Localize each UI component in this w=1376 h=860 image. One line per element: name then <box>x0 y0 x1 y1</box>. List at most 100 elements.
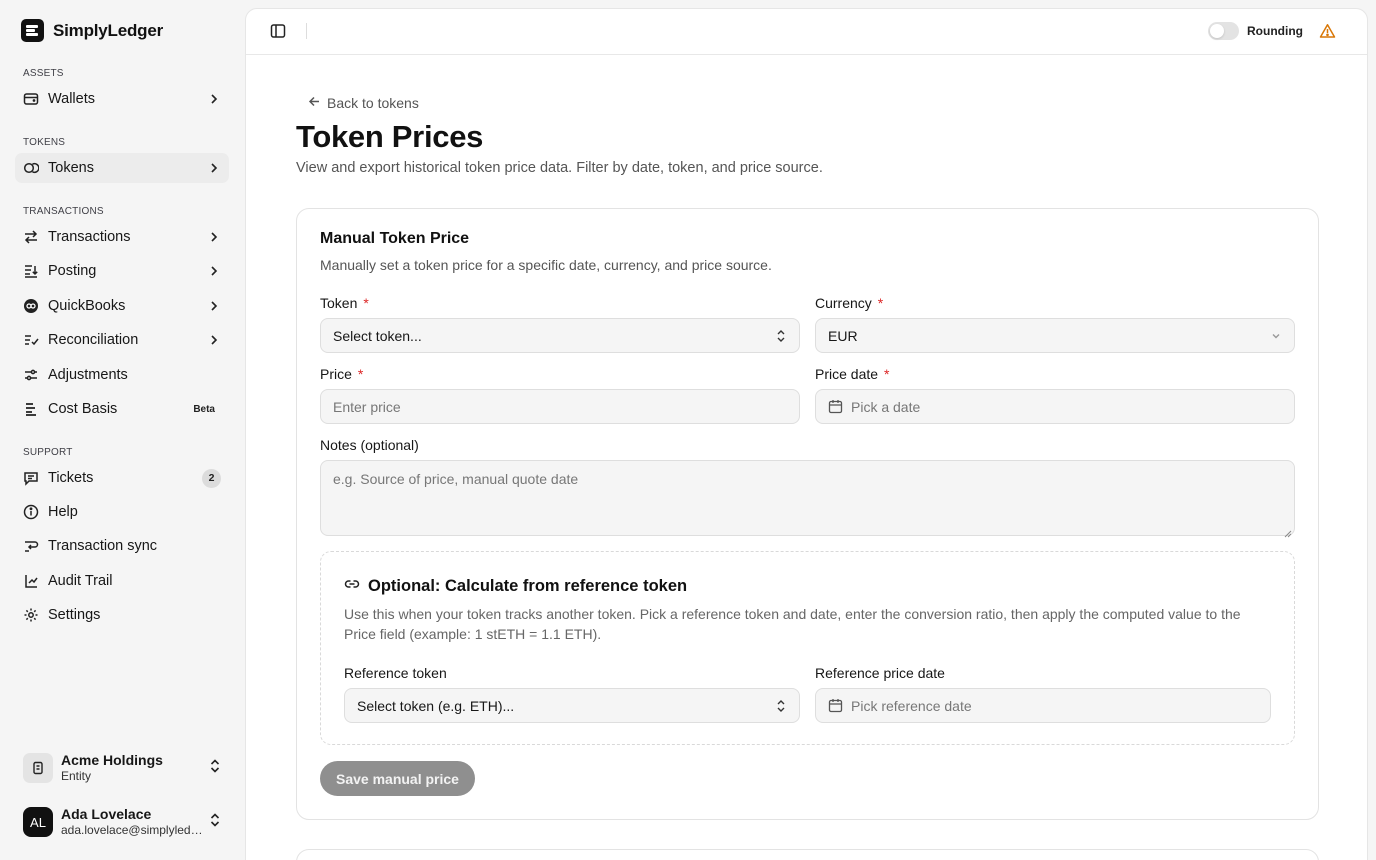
list-filter-icon <box>23 573 39 589</box>
price-input-placeholder: Enter price <box>333 398 401 415</box>
calendar-icon <box>828 399 843 414</box>
link-icon <box>344 576 360 597</box>
sidebar-item-label: Reconciliation <box>48 332 139 348</box>
message-square-icon <box>23 470 39 486</box>
sidebar-item-label: Tickets <box>48 470 94 486</box>
back-link-label: Back to tokens <box>327 95 419 111</box>
user-email: ada.lovelace@simplyledger.com <box>61 823 209 838</box>
chevron-right-icon <box>207 264 221 278</box>
chevrons-up-down-icon <box>775 699 787 713</box>
main-panel: Rounding Back to tokens Token Prices Vie… <box>245 8 1368 860</box>
next-card <box>296 849 1319 860</box>
tickets-count-badge: 2 <box>202 468 221 488</box>
sidebar-item-label: Transaction sync <box>48 538 158 554</box>
currency-select[interactable]: EUR <box>815 318 1295 353</box>
brand-name: SimplyLedger <box>53 20 164 40</box>
list-check-icon <box>23 332 39 348</box>
price-label: Price * <box>320 366 363 382</box>
section-label-transactions: TRANSACTIONS <box>23 206 104 217</box>
sidebar-item-transactions[interactable]: Transactions <box>15 222 229 252</box>
sidebar-item-wallets[interactable]: Wallets <box>15 84 229 114</box>
calendar-icon <box>828 698 843 713</box>
sidebar-item-quickbooks[interactable]: QuickBooks <box>15 291 229 321</box>
price-input[interactable]: Enter price <box>320 389 800 424</box>
brand[interactable]: SimplyLedger <box>21 19 163 42</box>
chevrons-up-down-icon <box>775 329 787 343</box>
token-select[interactable]: Select token... <box>320 318 800 353</box>
divider <box>306 23 307 39</box>
save-manual-price-button[interactable]: Save manual price <box>320 761 475 796</box>
sidebar-item-label: Cost Basis <box>48 401 118 417</box>
required-marker: * <box>877 295 884 311</box>
entity-name: Acme Holdings <box>61 752 163 769</box>
page-title: Token Prices <box>296 119 484 154</box>
sidebar-item-label: Audit Trail <box>48 573 113 589</box>
token-label: Token * <box>320 295 369 311</box>
price-date-label: Price date * <box>815 366 890 382</box>
chevron-right-icon <box>207 333 221 347</box>
list-arrow-down-icon <box>23 263 39 279</box>
section-label-tokens: TOKENS <box>23 137 66 148</box>
building-icon <box>23 753 53 783</box>
currency-label: Currency * <box>815 295 883 311</box>
sidebar-item-tokens[interactable]: Tokens <box>15 153 229 183</box>
sidebar-item-posting[interactable]: Posting <box>15 256 229 286</box>
sidebar-item-audit-trail[interactable]: Audit Trail <box>15 566 229 596</box>
price-date-label-text: Price date <box>815 366 879 382</box>
sidebar-item-adjustments[interactable]: Adjustments <box>15 360 229 390</box>
info-icon <box>23 504 39 520</box>
align-left-icon <box>23 401 39 417</box>
wallet-icon <box>23 91 39 107</box>
reference-date-picker[interactable]: Pick reference date <box>815 688 1271 723</box>
chevron-down-icon <box>1270 329 1282 343</box>
sidebar-item-transaction-sync[interactable]: Transaction sync <box>15 531 229 561</box>
reference-token-value: Select token (e.g. ETH)... <box>357 697 515 714</box>
sidebar-item-label: Wallets <box>48 91 95 107</box>
rounding-toggle[interactable]: Rounding <box>1208 22 1303 40</box>
quickbooks-icon <box>23 298 39 314</box>
price-date-placeholder: Pick a date <box>851 398 921 415</box>
reference-date-label: Reference price date <box>815 665 945 681</box>
sidebar-item-settings[interactable]: Settings <box>15 600 229 630</box>
sidebar-item-label: Settings <box>48 607 101 623</box>
sliders-icon <box>23 367 39 383</box>
coins-icon <box>23 160 39 176</box>
sidebar-item-label: QuickBooks <box>48 298 126 314</box>
sidebar-toggle-icon[interactable] <box>270 23 286 39</box>
page-description: View and export historical token price d… <box>296 160 823 176</box>
currency-label-text: Currency <box>815 295 872 311</box>
sidebar-item-label: Help <box>48 504 78 520</box>
reference-section-title-text: Optional: Calculate from reference token <box>368 577 688 595</box>
gear-icon <box>23 607 39 623</box>
notes-label: Notes (optional) <box>320 437 419 453</box>
reference-token-label: Reference token <box>344 665 447 681</box>
rounding-switch[interactable] <box>1208 22 1240 40</box>
sidebar-item-cost-basis[interactable]: Cost Basis Beta <box>15 394 229 424</box>
entity-switcher[interactable]: Acme Holdings Entity <box>15 746 229 790</box>
sidebar-item-label: Transactions <box>48 229 131 245</box>
user-menu[interactable]: AL Ada Lovelace ada.lovelace@simplyledge… <box>15 800 229 844</box>
price-date-picker[interactable]: Pick a date <box>815 389 1295 424</box>
sidebar-item-help[interactable]: Help <box>15 497 229 527</box>
required-marker: * <box>363 295 369 311</box>
beta-badge: Beta <box>193 403 215 415</box>
notes-textarea[interactable]: e.g. Source of price, manual quote date <box>320 460 1295 538</box>
reference-token-select[interactable]: Select token (e.g. ETH)... <box>344 688 800 723</box>
sidebar-item-tickets[interactable]: Tickets 2 <box>15 463 229 493</box>
sidebar-item-reconciliation[interactable]: Reconciliation <box>15 325 229 355</box>
brand-logo-icon <box>21 19 44 42</box>
avatar: AL <box>23 807 53 837</box>
sidebar-item-label: Posting <box>48 263 97 279</box>
sidebar: SimplyLedger ASSETS Wallets TOKENS Token… <box>0 0 244 860</box>
entity-subtitle: Entity <box>61 769 92 784</box>
back-to-tokens-link[interactable]: Back to tokens <box>308 95 419 111</box>
resize-grip-icon[interactable] <box>1284 525 1292 538</box>
user-name: Ada Lovelace <box>61 806 152 823</box>
required-marker: * <box>884 366 890 382</box>
required-marker: * <box>357 366 364 382</box>
currency-select-value: EUR <box>828 327 858 344</box>
sidebar-item-label: Adjustments <box>48 367 128 383</box>
reference-section-title: Optional: Calculate from reference token <box>344 576 687 597</box>
chevron-right-icon <box>207 299 221 313</box>
warning-icon[interactable] <box>1319 23 1336 39</box>
